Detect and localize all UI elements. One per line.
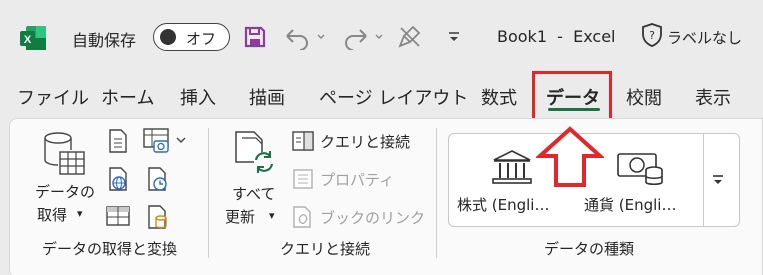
group-divider	[208, 128, 209, 258]
tab-review[interactable]: 校閲	[626, 84, 662, 110]
group-divider	[436, 128, 437, 258]
get-data-label-line1[interactable]: データの	[35, 181, 95, 202]
edit-links-label: ブックのリンク	[320, 209, 426, 227]
refresh-all-label-line1[interactable]: すべて	[232, 183, 275, 204]
toggle-state-label: オフ	[186, 30, 217, 48]
undo-icon[interactable]	[282, 22, 326, 52]
edit-links-icon	[291, 205, 315, 233]
queries-connections-icon[interactable]	[291, 130, 315, 156]
properties-icon	[291, 168, 315, 194]
gallery-expand-icon[interactable]	[710, 172, 726, 191]
refresh-all-label-line2[interactable]: 更新	[225, 206, 255, 227]
format-painter-icon[interactable]	[394, 22, 426, 52]
sensitivity-label-button[interactable]: ? ラベルなし	[641, 22, 742, 52]
ribbon-tabs: ファイル ホーム 挿入 描画 ページ レイアウト 数式 データ 校閲 表示	[0, 78, 763, 116]
toggle-knob	[160, 29, 176, 45]
title-bar: X 自動保存 オフ Book1 - Excel ? ラベルなし	[0, 0, 763, 72]
refresh-all-icon[interactable]	[232, 128, 278, 182]
save-icon[interactable]	[240, 22, 270, 52]
get-data-label-line2[interactable]: 取得	[37, 204, 67, 225]
tab-view[interactable]: 表示	[695, 84, 731, 110]
from-web-icon[interactable]	[107, 166, 129, 196]
group-label-get-transform: データの取得と変換	[42, 240, 178, 258]
from-text-csv-icon[interactable]	[107, 128, 129, 158]
tab-file[interactable]: ファイル	[17, 84, 89, 110]
queries-connections-label[interactable]: クエリと接続	[320, 131, 410, 152]
chevron-down-icon: ▾	[77, 207, 83, 220]
from-table-range-icon[interactable]	[105, 204, 131, 232]
sensitivity-label-text: ラベルなし	[667, 28, 743, 47]
group-label-queries-connections: クエリと接続	[280, 240, 371, 258]
currencies-icon[interactable]	[616, 148, 666, 192]
get-data-icon[interactable]	[40, 130, 88, 184]
svg-text:?: ?	[649, 29, 655, 42]
recent-sources-icon[interactable]	[146, 166, 170, 196]
tab-draw[interactable]: 描画	[249, 84, 285, 110]
tab-insert[interactable]: 挿入	[180, 84, 216, 110]
excel-icon: X	[18, 24, 48, 52]
chevron-down-icon: ▾	[269, 209, 275, 222]
autosave-label: 自動保存	[72, 31, 137, 50]
stocks-icon[interactable]	[491, 148, 533, 190]
gallery-divider	[703, 134, 704, 226]
tab-home[interactable]: ホーム	[101, 84, 154, 110]
document-title: Book1 - Excel	[497, 27, 616, 46]
properties-label: プロパティ	[320, 171, 395, 189]
group-label-data-types: データの種類	[544, 240, 635, 258]
currencies-label[interactable]: 通貨 (Engli…	[584, 194, 676, 215]
annotation-up-arrow	[534, 126, 606, 188]
redo-icon[interactable]	[340, 22, 384, 52]
existing-connections-icon[interactable]	[146, 204, 170, 234]
svg-text:X: X	[24, 34, 32, 46]
highlight-box	[532, 71, 612, 125]
customize-qat-icon[interactable]	[444, 22, 464, 52]
tab-formulas[interactable]: 数式	[481, 84, 517, 110]
shield-question-icon: ?	[641, 22, 663, 52]
tab-page-layout[interactable]: ページ レイアウト	[319, 84, 468, 110]
autosave-toggle[interactable]: オフ	[153, 23, 230, 51]
stocks-label[interactable]: 株式 (Engli…	[457, 194, 549, 215]
from-picture-icon[interactable]	[142, 127, 188, 159]
